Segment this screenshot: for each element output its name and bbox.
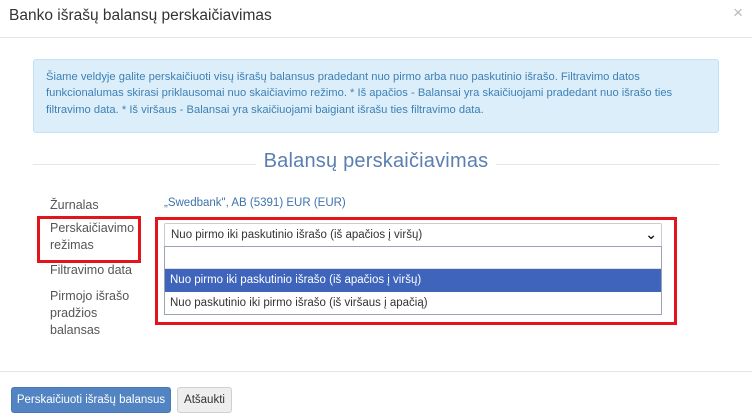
close-icon[interactable]: ×: [733, 4, 743, 21]
cancel-button[interactable]: Atšaukti: [177, 387, 232, 413]
first-balance-label: Pirmojo išrašo pradžios balansas: [50, 288, 129, 339]
first-balance-label-line1: Pirmojo išrašo: [50, 289, 130, 303]
journal-value[interactable]: „Swedbank", AB (5391) EUR (EUR): [164, 197, 346, 209]
info-alert: Šiame veldyje galite perskaičiuoti visų …: [33, 59, 719, 133]
section-heading: Balansų perskaičiavimas: [255, 150, 497, 172]
section-header: Balansų perskaičiavimas: [33, 150, 719, 180]
highlight-box-select: [155, 217, 677, 325]
highlight-box-label: [37, 216, 141, 263]
first-balance-label-line2: pradžios: [50, 306, 98, 320]
journal-label: Žurnalas: [50, 198, 99, 212]
modal-title: Banko išrašų balansų perskaičiavimas: [9, 7, 272, 24]
first-balance-label-line3: balansas: [50, 323, 101, 337]
recalculate-button[interactable]: Perskaičiuoti išrašų balansus: [11, 387, 171, 413]
modal-header: Banko išrašų balansų perskaičiavimas ×: [0, 0, 752, 38]
filter-date-label: Filtravimo data: [50, 263, 132, 277]
